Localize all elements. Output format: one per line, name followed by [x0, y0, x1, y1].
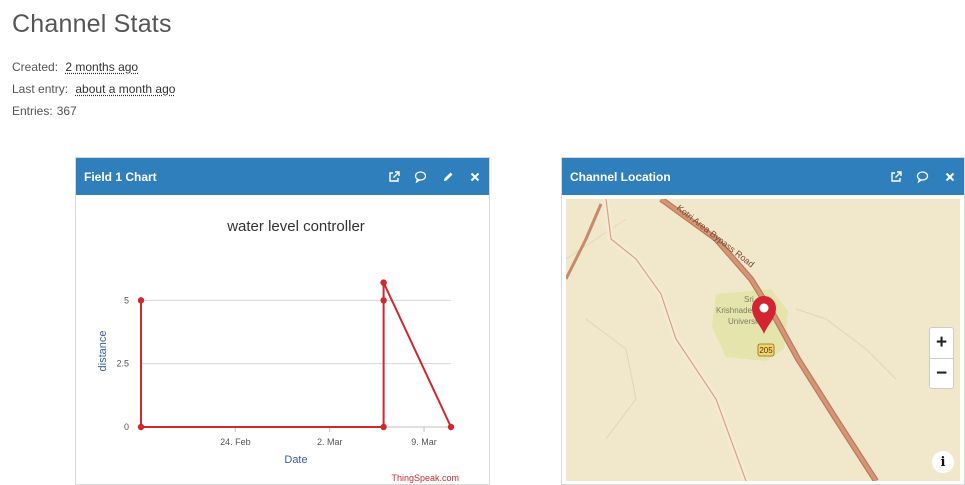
comment-icon[interactable] [414, 170, 427, 183]
x-axis-label: Date [284, 454, 307, 466]
entries-row: Entries: 367 [12, 104, 77, 118]
map-tiles: Kotri Area Bypass Road Sri Krishnadevara… [566, 199, 960, 481]
x-tick-label: 2. Mar [317, 437, 343, 447]
map-zoom-control: + − [929, 327, 954, 389]
location-map[interactable]: Kotri Area Bypass Road Sri Krishnadevara… [566, 199, 960, 481]
map-widget-title: Channel Location [570, 169, 671, 184]
created-value: 2 months ago [65, 60, 139, 74]
chart-title: water level controller [226, 218, 365, 235]
y-tick-label: 0 [124, 422, 129, 432]
comment-icon[interactable] [916, 170, 929, 183]
zoom-in-button[interactable]: + [930, 328, 953, 358]
created-row: Created: 2 months ago [12, 60, 138, 74]
map-info-button[interactable]: i [932, 451, 954, 473]
last-entry-row: Last entry: about a month ago [12, 82, 175, 96]
channel-location-widget: Channel Location Kotri Area Bypass Road … [561, 157, 965, 485]
chart-widget-title: Field 1 Chart [84, 169, 157, 184]
field-1-chart-widget: Field 1 Chart water level controller 0 2.… [75, 157, 490, 485]
data-point [137, 423, 145, 431]
entries-label: Entries: [12, 104, 53, 118]
close-icon[interactable] [943, 170, 956, 183]
y-tick-label: 2.5 [116, 359, 129, 369]
page-title: Channel Stats [12, 10, 172, 38]
last-entry-value: about a month ago [75, 82, 176, 96]
external-link-icon[interactable] [387, 170, 400, 183]
thingspeak-credit[interactable]: ThingSpeak.com [391, 473, 459, 483]
data-point [380, 279, 387, 286]
data-point [380, 297, 387, 304]
data-point [137, 297, 145, 304]
pencil-icon[interactable] [441, 170, 454, 183]
x-tick-label: 9. Mar [411, 437, 437, 447]
y-axis-label: distance [97, 331, 109, 372]
data-point [447, 423, 455, 431]
x-tick-label: 24. Feb [220, 437, 251, 447]
chart-widget-header: Field 1 Chart [76, 158, 489, 195]
last-entry-label: Last entry: [12, 82, 69, 96]
map-widget-header: Channel Location [562, 158, 964, 195]
close-icon[interactable] [468, 170, 481, 183]
series-line [140, 282, 452, 428]
created-label: Created: [12, 60, 59, 74]
zoom-out-button[interactable]: − [930, 358, 953, 388]
map-widget-body: Kotri Area Bypass Road Sri Krishnadevara… [562, 195, 964, 485]
place-label-1: Sri [744, 295, 754, 304]
line-chart: water level controller 0 2.5 5 24. Feb 2. M… [97, 218, 459, 483]
chart-widget-body: water level controller 0 2.5 5 24. Feb 2. M… [76, 195, 489, 485]
route-shield-label: 205 [759, 346, 773, 355]
data-point [380, 423, 387, 431]
entries-value: 367 [56, 104, 77, 118]
y-tick-label: 5 [124, 295, 129, 305]
external-link-icon[interactable] [889, 170, 902, 183]
